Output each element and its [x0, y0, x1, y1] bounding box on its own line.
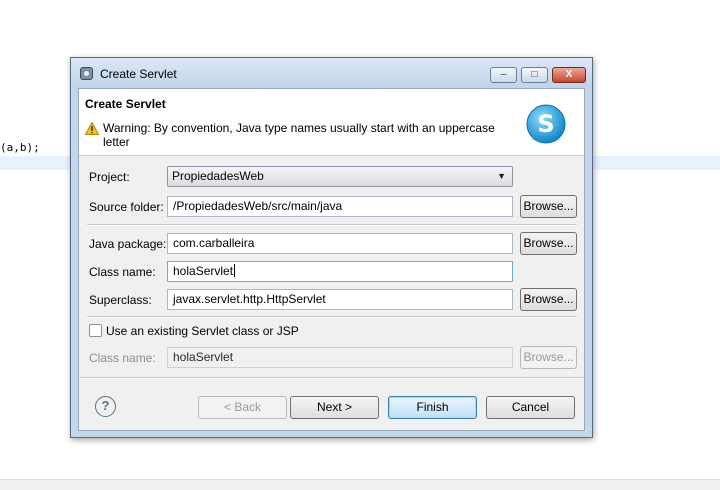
svg-text:S: S: [537, 110, 554, 138]
wizard-heading: Create Servlet: [85, 97, 166, 111]
text-caret: [234, 264, 236, 277]
footer-separator: [79, 377, 584, 379]
browse-existing-class-button[interactable]: Browse...: [520, 346, 577, 369]
finish-button[interactable]: Finish: [388, 396, 477, 419]
servlet-logo-icon: S: [526, 104, 566, 144]
eclipse-app-icon: [80, 67, 93, 80]
editor-code-fragment: (a,b);: [0, 141, 40, 154]
superclass-label: Superclass:: [89, 293, 152, 307]
project-select[interactable]: PropiedadesWeb ▼: [167, 166, 513, 187]
dialog-titlebar[interactable]: Create Servlet – □ X: [71, 58, 592, 88]
minimize-button[interactable]: –: [490, 67, 517, 83]
project-label: Project:: [89, 170, 130, 184]
separator: [87, 316, 577, 318]
existing-class-name-field[interactable]: holaServlet: [167, 347, 513, 368]
dialog-client-area: Create Servlet Warning: By convention, J…: [78, 88, 585, 431]
source-folder-label: Source folder:: [89, 200, 164, 214]
browse-source-folder-button[interactable]: Browse...: [520, 195, 577, 218]
existing-class-name-label: Class name:: [89, 351, 156, 365]
wizard-banner: Create Servlet Warning: By convention, J…: [79, 89, 584, 156]
back-button[interactable]: < Back: [198, 396, 287, 419]
superclass-field[interactable]: javax.servlet.http.HttpServlet: [167, 289, 513, 310]
use-existing-label[interactable]: Use an existing Servlet class or JSP: [106, 324, 299, 338]
browse-superclass-button[interactable]: Browse...: [520, 288, 577, 311]
cancel-button[interactable]: Cancel: [486, 396, 575, 419]
class-name-field[interactable]: holaServlet: [167, 261, 513, 282]
next-button[interactable]: Next >: [290, 396, 379, 419]
dialog-title: Create Servlet: [100, 67, 177, 81]
class-name-value: holaServlet: [173, 264, 234, 278]
java-package-label: Java package:: [89, 237, 167, 251]
use-existing-checkbox[interactable]: [89, 324, 102, 337]
class-name-label: Class name:: [89, 265, 156, 279]
warning-message: Warning: By convention, Java type names …: [103, 121, 495, 149]
project-value: PropiedadesWeb: [172, 169, 264, 183]
source-folder-field[interactable]: /PropiedadesWeb/src/main/java: [167, 196, 513, 217]
close-button[interactable]: X: [552, 67, 586, 83]
browse-package-button[interactable]: Browse...: [520, 232, 577, 255]
editor-bottom-bar: [0, 479, 720, 490]
create-servlet-dialog: Create Servlet – □ X Create Servlet Warn…: [70, 57, 593, 438]
chevron-down-icon: ▼: [497, 171, 506, 181]
maximize-button[interactable]: □: [521, 67, 548, 83]
help-icon[interactable]: ?: [95, 396, 116, 417]
separator: [87, 224, 577, 226]
java-package-field[interactable]: com.carballeira: [167, 233, 513, 254]
warning-icon: [85, 122, 99, 135]
